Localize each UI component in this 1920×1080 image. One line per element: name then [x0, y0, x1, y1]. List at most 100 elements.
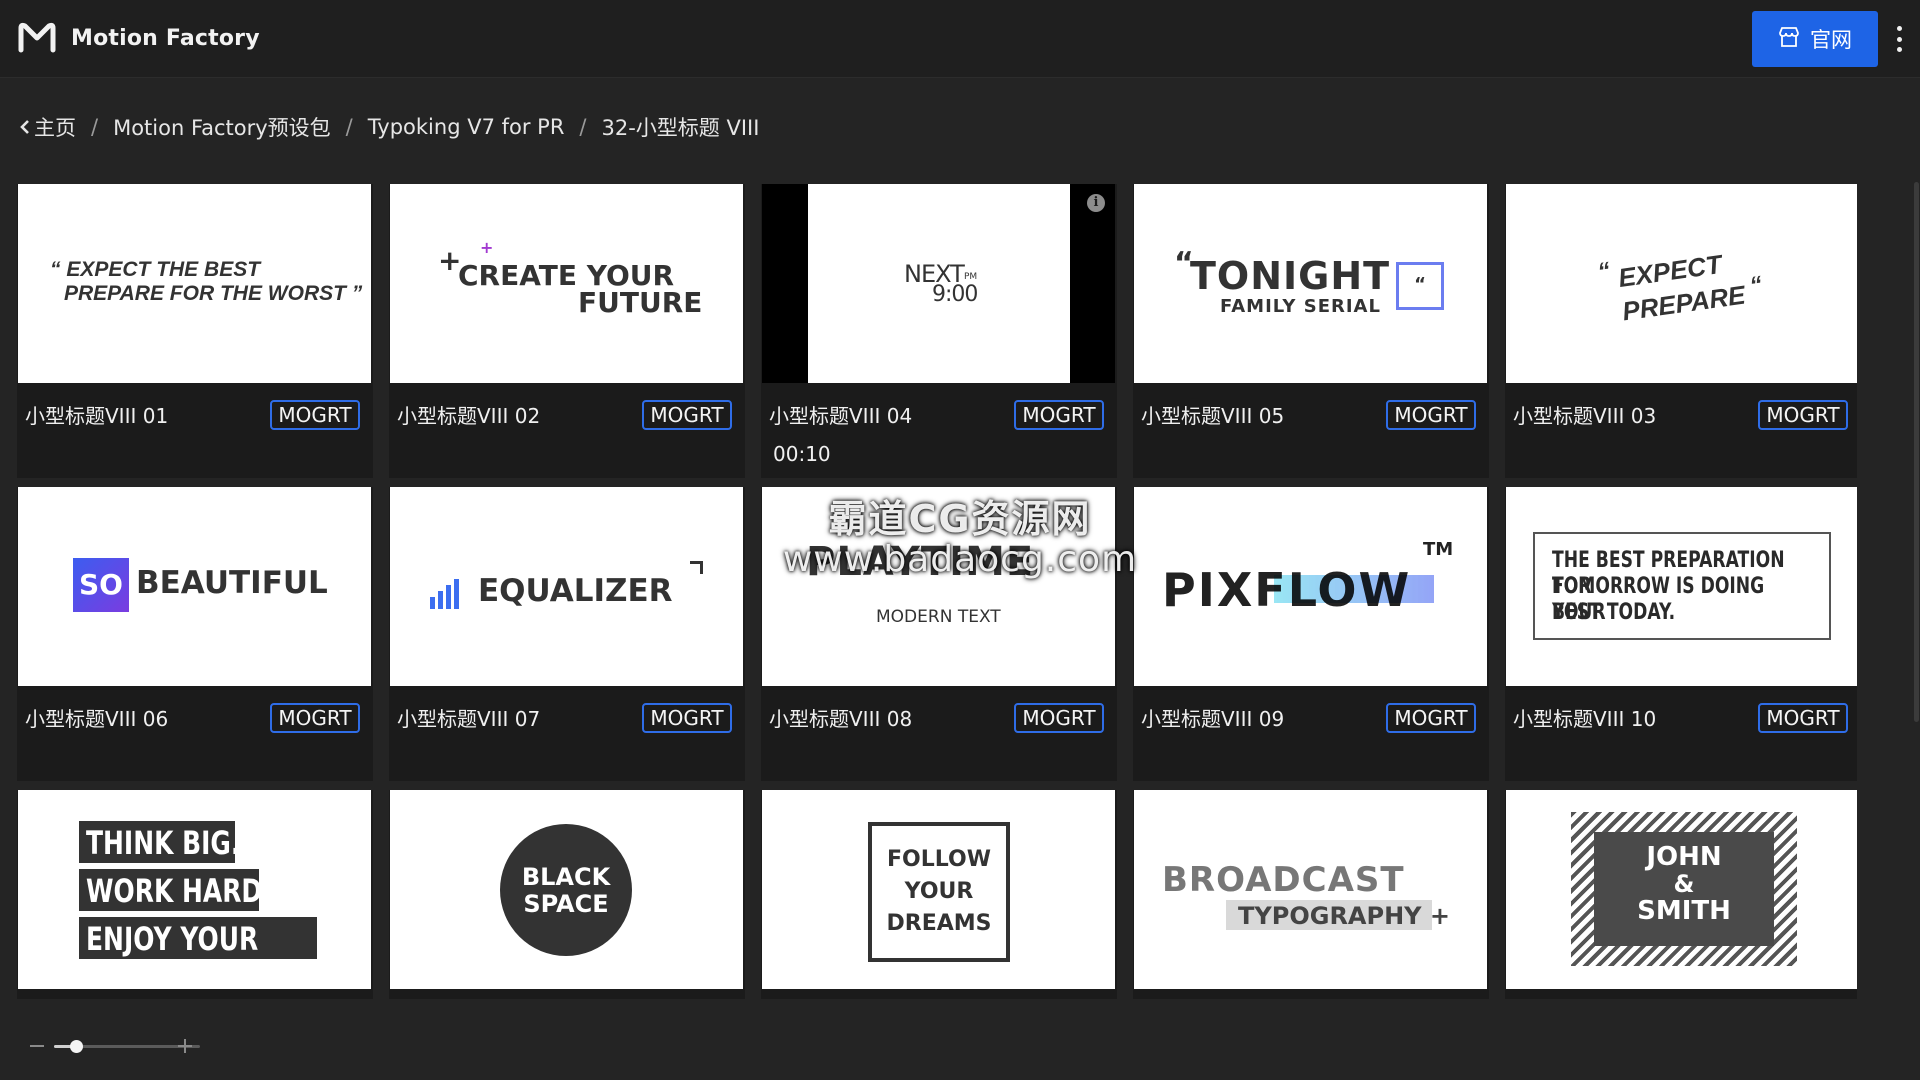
preset-title: 小型标题VIII 09	[1141, 707, 1285, 731]
mogrt-badge[interactable]: MOGRT	[642, 400, 732, 430]
breadcrumb-home-label: 主页	[34, 116, 76, 140]
preset-title: 小型标题VIII 01	[25, 404, 169, 428]
preview-text: TONIGHT	[1190, 254, 1391, 298]
preset-card[interactable]: THE BEST PREPARATION FOR TOMORROW IS DOI…	[1505, 487, 1857, 781]
preset-card[interactable]: BLACK SPACE	[389, 790, 745, 999]
preset-thumbnail: “ EXPECT THE BEST PREPARE FOR THE WORST …	[18, 184, 371, 383]
preset-grid: “ EXPECT THE BEST PREPARE FOR THE WORST …	[17, 184, 1857, 999]
preset-card[interactable]: FOLLOW YOUR DREAMS	[761, 790, 1117, 999]
preset-thumbnail: EQUALIZER	[390, 487, 743, 686]
preview-text: MODERN TEXT	[876, 607, 1001, 627]
preview-text: JOHN	[1646, 842, 1722, 872]
preview-text: EQUALIZER	[478, 573, 673, 609]
preview-text: PLAYTIME	[806, 539, 1035, 585]
breadcrumb: 主页 / Motion Factory预设包 / Typoking V7 for…	[20, 112, 759, 142]
preset-card[interactable]: THINK BIG. WORK HARD. ENJOY YOUR LIFE.	[17, 790, 373, 999]
preset-title: 小型标题VIII 06	[25, 707, 169, 731]
official-site-label: 官网	[1810, 28, 1852, 52]
breadcrumb-separator: /	[579, 115, 587, 139]
preview-text: BEAUTIFUL	[136, 565, 328, 601]
preview-text: TM	[1423, 539, 1454, 560]
preview-text: BROADCAST	[1162, 860, 1405, 900]
mogrt-badge[interactable]: MOGRT	[1758, 703, 1848, 733]
preset-card[interactable]: + + CREATE YOUR FUTURE 小型标题VIII 02 MOGRT	[389, 184, 745, 478]
preset-card[interactable]: JOHN & SMITH	[1505, 790, 1857, 999]
preset-duration: 00:10	[773, 442, 831, 466]
preset-thumbnail: PLAYTIME MODERN TEXT	[762, 487, 1115, 686]
preview-text: YOUR	[904, 879, 974, 904]
plus-icon: +	[480, 238, 494, 257]
preset-card[interactable]: “ EXPECT THE BEST PREPARE FOR THE WORST …	[17, 184, 373, 478]
preview-text: BEST TODAY.	[1552, 600, 1676, 625]
preset-title: 小型标题VIII 04	[769, 404, 913, 428]
preset-thumbnail: BLACK SPACE	[390, 790, 743, 989]
preview-text: TYPOGRAPHY +	[1238, 902, 1451, 930]
preview-quote-icon: “	[1748, 271, 1764, 300]
preset-card[interactable]: NEXT PM 9:00 i 小型标题VIII 04 MOGRT 00:10	[761, 184, 1117, 478]
preview-text: ENJOY YOUR LIFE.	[86, 920, 259, 989]
preset-thumbnail: JOHN & SMITH	[1506, 790, 1857, 989]
preset-thumbnail: SO BEAUTIFUL	[18, 487, 371, 686]
preset-card[interactable]: PIXFLOW TM 小型标题VIII 09 MOGRT	[1133, 487, 1489, 781]
preset-thumbnail: BROADCAST TYPOGRAPHY +	[1134, 790, 1487, 989]
mogrt-badge[interactable]: MOGRT	[642, 703, 732, 733]
more-vertical-icon[interactable]	[1893, 26, 1905, 52]
mogrt-badge[interactable]: MOGRT	[1386, 703, 1476, 733]
preset-title: 小型标题VIII 10	[1513, 707, 1657, 731]
zoom-in-icon[interactable]	[178, 1039, 192, 1053]
mogrt-badge[interactable]: MOGRT	[270, 400, 360, 430]
preset-card[interactable]: BROADCAST TYPOGRAPHY +	[1133, 790, 1489, 999]
preset-card[interactable]: “ EXPECT PREPARE “ 小型标题VIII 03 MOGRT	[1505, 184, 1857, 478]
preset-thumbnail: NEXT PM 9:00 i	[762, 184, 1115, 383]
preview-text: SO	[73, 558, 129, 612]
mogrt-badge[interactable]: MOGRT	[270, 703, 360, 733]
preview-text: PREPARE FOR THE WORST ”	[64, 282, 363, 305]
breadcrumb-pack[interactable]: Motion Factory预设包	[113, 112, 331, 142]
preview-text: FUTURE	[578, 286, 703, 319]
preview-text: SPACE	[523, 890, 609, 918]
storefront-icon	[1778, 26, 1800, 53]
preview-text: FAMILY SERIAL	[1220, 296, 1381, 317]
preview-text: FOLLOW	[887, 847, 991, 872]
mogrt-badge[interactable]: MOGRT	[1386, 400, 1476, 430]
top-bar: Motion Factory 官网	[0, 0, 1920, 78]
preview-text: “ EXPECT THE BEST	[50, 258, 261, 281]
brand[interactable]: Motion Factory	[17, 22, 260, 54]
breadcrumb-home[interactable]: 主页	[20, 112, 76, 142]
preset-card[interactable]: EQUALIZER 小型标题VIII 07 MOGRT	[389, 487, 745, 781]
preview-quote-icon: “	[1596, 257, 1612, 286]
official-site-button[interactable]: 官网	[1752, 11, 1878, 67]
mogrt-badge[interactable]: MOGRT	[1014, 400, 1104, 430]
mogrt-badge[interactable]: MOGRT	[1014, 703, 1104, 733]
slider-handle[interactable]	[69, 1040, 83, 1053]
vertical-scrollbar[interactable]	[1914, 182, 1919, 722]
preset-thumbnail: + + CREATE YOUR FUTURE	[390, 184, 743, 383]
preset-title: 小型标题VIII 02	[397, 404, 541, 428]
preview-text: PM	[964, 272, 978, 282]
preset-card[interactable]: PLAYTIME MODERN TEXT 小型标题VIII 08 MOGRT	[761, 487, 1117, 781]
mogrt-badge[interactable]: MOGRT	[1758, 400, 1848, 430]
preview-text: &	[1673, 870, 1695, 898]
breadcrumb-current[interactable]: 32-小型标题 VIII	[602, 112, 760, 142]
preview-text: 9:00	[932, 282, 978, 307]
preview-text: DREAMS	[886, 911, 992, 936]
preset-thumbnail: “ TONIGHT FAMILY SERIAL “	[1134, 184, 1487, 383]
thumbnail-size-slider	[30, 1036, 200, 1056]
preset-thumbnail: PIXFLOW TM	[1134, 487, 1487, 686]
preset-thumbnail: “ EXPECT PREPARE “	[1506, 184, 1857, 383]
breadcrumb-collection[interactable]: Typoking V7 for PR	[368, 115, 565, 139]
preview-text: SMITH	[1637, 896, 1731, 926]
info-icon[interactable]: i	[1087, 194, 1105, 212]
preset-card[interactable]: SO BEAUTIFUL 小型标题VIII 06 MOGRT	[17, 487, 373, 781]
preview-text: THINK BIG.	[86, 824, 241, 862]
preset-title: 小型标题VIII 08	[769, 707, 913, 731]
app-title: Motion Factory	[71, 25, 260, 51]
preview-text: WORK HARD.	[86, 872, 272, 910]
preset-title: 小型标题VIII 07	[397, 707, 541, 731]
breadcrumb-separator: /	[91, 115, 99, 139]
preset-title: 小型标题VIII 05	[1141, 404, 1285, 428]
gradient-stripe	[1274, 575, 1434, 603]
quote-icon: “	[1396, 262, 1444, 310]
preset-card[interactable]: “ TONIGHT FAMILY SERIAL “ 小型标题VIII 05 MO…	[1133, 184, 1489, 478]
zoom-out-icon[interactable]	[30, 1045, 44, 1047]
